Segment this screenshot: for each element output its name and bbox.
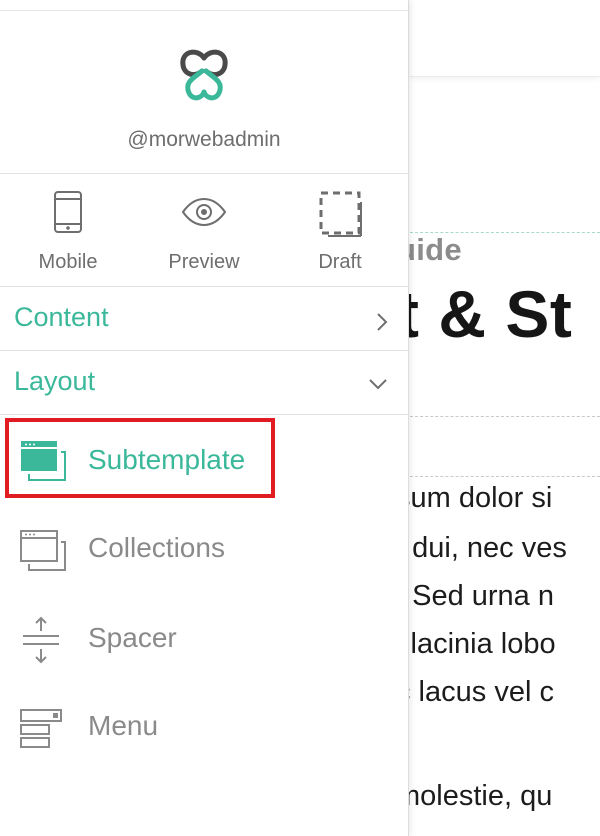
draft-icon <box>319 191 362 237</box>
paragraph-line: molestie, qu <box>396 780 553 812</box>
section-divider <box>410 416 600 417</box>
layout-item-menu-label: Menu <box>88 710 159 741</box>
preview-label: Preview <box>168 251 240 273</box>
paragraph-line: t dui, nec ves <box>396 532 567 564</box>
username: @morwebadmin <box>127 128 281 151</box>
menu-icon <box>20 709 62 748</box>
draft-label: Draft <box>318 251 362 273</box>
layout-item-subtemplate-label: Subtemplate <box>88 444 246 475</box>
paragraph-line: . Sed urna n <box>396 580 554 612</box>
draft-button[interactable]: Draft <box>272 185 408 285</box>
eye-icon <box>181 197 227 227</box>
section-layout[interactable]: Layout <box>0 352 408 416</box>
editor-sidebar: @morwebadmin Mobile Preview Draft Conten… <box>0 0 409 836</box>
layout-item-menu[interactable]: Menu <box>0 688 408 768</box>
spacer-icon <box>23 616 59 664</box>
layout-item-collections-label: Collections <box>88 532 225 563</box>
section-content[interactable]: Content <box>0 288 408 352</box>
section-divider <box>410 476 600 477</box>
mobile-icon <box>54 191 82 233</box>
mobile-label: Mobile <box>38 251 98 273</box>
section-layout-label: Layout <box>14 366 96 396</box>
layout-item-subtemplate[interactable]: Subtemplate <box>0 420 408 500</box>
morweb-logo-icon <box>180 49 228 101</box>
sidebar-top-edge <box>0 0 408 11</box>
divider <box>0 350 408 351</box>
divider <box>0 173 408 174</box>
section-content-label: Content <box>14 302 109 332</box>
divider <box>0 414 408 415</box>
collections-icon <box>20 530 66 571</box>
preview-button[interactable]: Preview <box>136 185 272 285</box>
layout-item-collections[interactable]: Collections <box>0 508 408 588</box>
subtemplate-icon <box>21 441 66 481</box>
mobile-view-button[interactable]: Mobile <box>0 185 136 285</box>
page-title: t & St <box>397 277 573 351</box>
chevron-right-icon <box>377 313 388 331</box>
layout-item-spacer-label: Spacer <box>88 622 177 653</box>
layout-item-spacer[interactable]: Spacer <box>0 598 408 678</box>
paragraph-line: c lacus vel c <box>396 676 554 708</box>
paragraph-line: i lacinia lobo <box>396 628 556 660</box>
chevron-down-icon <box>369 379 387 390</box>
divider <box>0 286 408 287</box>
page-header-bar <box>410 0 600 77</box>
paragraph-line: sum dolor si <box>396 482 553 514</box>
